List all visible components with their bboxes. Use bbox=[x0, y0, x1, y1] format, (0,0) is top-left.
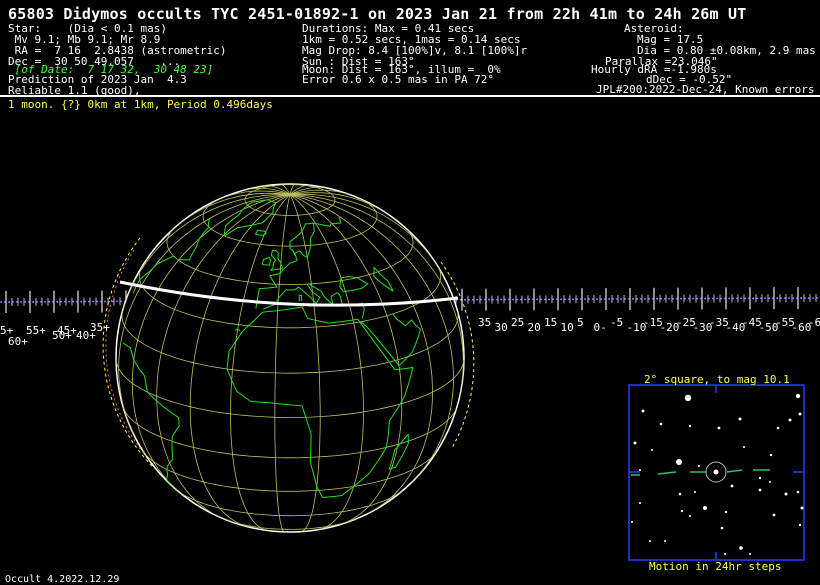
field-star bbox=[659, 422, 663, 426]
field-star bbox=[788, 418, 792, 422]
field-star bbox=[769, 453, 773, 457]
field-star bbox=[641, 409, 645, 413]
inset-title: 2° square, to mag 10.1 bbox=[644, 373, 790, 386]
field-star bbox=[738, 417, 742, 421]
field-star bbox=[703, 506, 707, 510]
field-star bbox=[796, 490, 800, 494]
field-star bbox=[698, 465, 700, 467]
field-star bbox=[730, 484, 734, 488]
field-star bbox=[676, 459, 682, 465]
field-star bbox=[689, 515, 691, 517]
field-star bbox=[798, 412, 802, 416]
field-star bbox=[717, 426, 721, 430]
field-star bbox=[639, 502, 641, 504]
field-star bbox=[664, 540, 666, 542]
software-version: Occult 4.2022.12.29 bbox=[5, 574, 120, 585]
field-star bbox=[798, 523, 802, 527]
field-star bbox=[776, 426, 780, 430]
field-star bbox=[649, 540, 651, 542]
field-star bbox=[694, 491, 696, 493]
star-chart-inset bbox=[628, 384, 805, 561]
field-star bbox=[795, 393, 801, 399]
field-star bbox=[724, 553, 726, 555]
field-star bbox=[631, 521, 633, 523]
field-star bbox=[758, 488, 762, 492]
field-star bbox=[772, 513, 776, 517]
field-star bbox=[688, 424, 692, 428]
field-star bbox=[680, 509, 684, 513]
field-star bbox=[639, 469, 641, 471]
field-star bbox=[684, 394, 692, 402]
field-star bbox=[739, 546, 743, 550]
field-star bbox=[758, 476, 762, 480]
occult-plot: { "title": "65803 Didymos occults TYC 24… bbox=[0, 0, 820, 585]
field-star bbox=[651, 449, 653, 451]
field-star bbox=[633, 441, 637, 445]
field-star bbox=[800, 506, 804, 510]
field-star bbox=[784, 492, 788, 496]
field-star bbox=[743, 446, 745, 448]
field-star bbox=[678, 492, 682, 496]
field-star bbox=[769, 481, 771, 483]
field-star bbox=[724, 510, 728, 514]
target-star bbox=[713, 469, 719, 475]
inset-footer: Motion in 24hr steps bbox=[649, 560, 782, 573]
field-star bbox=[720, 526, 724, 530]
field-star bbox=[749, 553, 751, 555]
